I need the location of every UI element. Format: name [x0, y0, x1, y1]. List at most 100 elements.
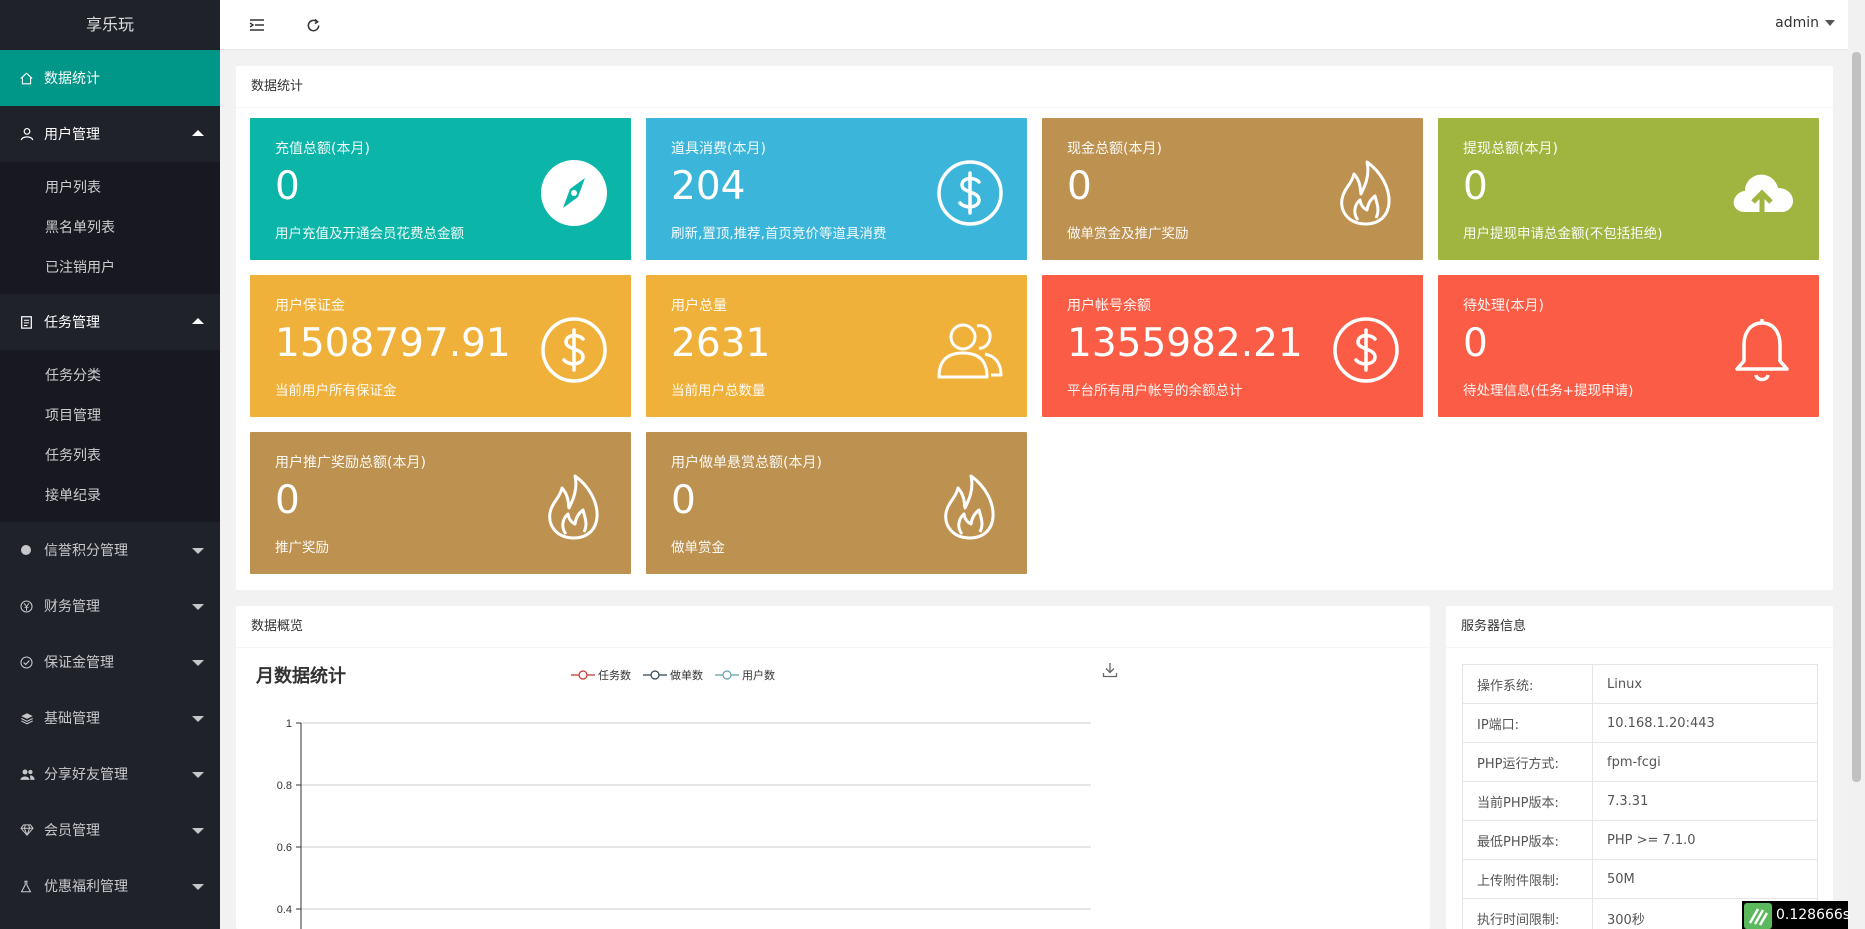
dollar-icon: [935, 158, 1005, 228]
download-icon[interactable]: [1102, 662, 1118, 682]
sidebar-item-label: 信誉积分管理: [44, 543, 128, 559]
stat-description: 当前用户总数量: [671, 383, 766, 399]
server-card: 服务器信息 操作系统: Linux IP端口: 10.168.1.20:443 PHP运…: [1446, 606, 1833, 929]
sidebar-item-label: 分享好友管理: [44, 767, 128, 783]
scrollbar[interactable]: [1848, 0, 1865, 929]
row-key: 当前PHP版本:: [1462, 781, 1593, 821]
sidebar-item-finance[interactable]: 财务管理: [0, 578, 220, 634]
sidebar: 享乐玩 数据统计 用户管理 用户列表 黑名单列表 已注销用户 任务管理 任务分类…: [0, 0, 220, 929]
sidebar-item-credit[interactable]: 信誉积分管理: [0, 522, 220, 578]
table-row: 最低PHP版本: PHP >= 7.1.0: [1462, 820, 1818, 860]
diamond-icon: [20, 824, 44, 836]
scrollbar-thumb[interactable]: [1852, 52, 1861, 782]
row-value: 10.168.1.20:443: [1592, 703, 1818, 743]
flask-icon: [20, 880, 44, 893]
table-row: IP端口: 10.168.1.20:443: [1462, 703, 1818, 743]
stat-title: 现金总额(本月): [1067, 141, 1162, 157]
user-menu[interactable]: admin: [1775, 15, 1835, 31]
stat-description: 平台所有用户帐号的余额总计: [1067, 383, 1243, 399]
stat-tile: 用户做单悬赏总额(本月) 0 做单赏金: [646, 432, 1027, 574]
card-title: 数据统计: [236, 66, 1833, 108]
sidebar-subitem-order-records[interactable]: 接单纪录: [0, 476, 220, 516]
chevron-down-icon: [192, 884, 204, 890]
stat-tile: 充值总额(本月) 0 用户充值及开通会员花费总金额: [250, 118, 631, 260]
sidebar-item-basic[interactable]: 基础管理: [0, 690, 220, 746]
row-key: IP端口:: [1462, 703, 1593, 743]
stat-value: 1508797.91: [275, 321, 511, 366]
row-key: PHP运行方式:: [1462, 742, 1593, 782]
sidebar-item-label: 财务管理: [44, 599, 100, 615]
sidebar-subitem-projects[interactable]: 项目管理: [0, 396, 220, 436]
stats-card: 数据统计 充值总额(本月) 0 用户充值及开通会员花费总金额 道具消费(本月) 204 刷…: [236, 66, 1833, 590]
debug-timer[interactable]: 0.128666s: [1742, 901, 1851, 929]
fire-icon: [935, 472, 1005, 542]
stat-description: 当前用户所有保证金: [275, 383, 397, 399]
check-circle-icon: [20, 655, 44, 669]
chevron-down-icon: [192, 828, 204, 834]
stat-title: 用户总量: [671, 298, 727, 314]
chevron-down-icon: [192, 548, 204, 554]
user-icon: [20, 127, 44, 141]
dollar-icon: [539, 315, 609, 385]
sidebar-item-tasks[interactable]: 任务管理: [0, 294, 220, 350]
sidebar-item-label: 优惠福利管理: [44, 879, 128, 895]
dollar-icon: [1331, 315, 1401, 385]
y-tick-label: 0.6: [277, 842, 292, 854]
clipboard-icon: [20, 315, 44, 329]
layers-icon: [20, 712, 44, 725]
sidebar-item-label: 任务管理: [44, 315, 100, 331]
stat-value: 0: [275, 164, 300, 209]
timer-value: 0.128666s: [1776, 907, 1851, 923]
caret-down-icon: [1825, 20, 1835, 26]
sidebar-subitem-user-list[interactable]: 用户列表: [0, 168, 220, 208]
sidebar-item-members[interactable]: 会员管理: [0, 802, 220, 858]
table-row: PHP运行方式: fpm-fcgi: [1462, 742, 1818, 782]
chevron-down-icon: [192, 772, 204, 778]
stat-value: 0: [275, 478, 300, 523]
sidebar-item-label: 基础管理: [44, 711, 100, 727]
chevron-down-icon: [192, 604, 204, 610]
stat-description: 推广奖励: [275, 540, 329, 556]
sidebar-item-users[interactable]: 用户管理: [0, 106, 220, 162]
stat-description: 用户充值及开通会员花费总金额: [275, 226, 464, 242]
stat-value: 0: [1463, 164, 1488, 209]
stat-title: 用户推广奖励总额(本月): [275, 455, 426, 471]
y-tick-label: 1: [286, 718, 292, 730]
sidebar-item-share[interactable]: 分享好友管理: [0, 746, 220, 802]
table-row: 操作系统: Linux: [1462, 664, 1818, 704]
stat-title: 提现总额(本月): [1463, 141, 1558, 157]
stat-description: 用户提现申请总金额(不包括拒绝): [1463, 226, 1663, 242]
stat-tile: 用户推广奖励总额(本月) 0 推广奖励: [250, 432, 631, 574]
sidebar-subitem-deregistered[interactable]: 已注销用户: [0, 248, 220, 288]
menu-collapse-icon[interactable]: [247, 15, 267, 35]
username: admin: [1775, 15, 1819, 31]
stat-title: 充值总额(本月): [275, 141, 370, 157]
server-info-table: 操作系统: Linux IP端口: 10.168.1.20:443 PHP运行方式: fp…: [1462, 664, 1818, 929]
stat-tile: 待处理(本月) 0 待处理信息(任务+提现申请): [1438, 275, 1819, 417]
sidebar-item-benefits[interactable]: 优惠福利管理: [0, 858, 220, 914]
fire-icon: [539, 472, 609, 542]
stat-tile: 道具消费(本月) 204 刷新,置顶,推荐,首页竞价等道具消费: [646, 118, 1027, 260]
users-icon: [935, 315, 1005, 385]
sidebar-subitem-blacklist[interactable]: 黑名单列表: [0, 208, 220, 248]
sidebar-item-stats[interactable]: 数据统计: [0, 50, 220, 106]
overview-card: 数据概览 月数据统计 任务数 做单数 用户数 1 0.8 0.6 0.4: [236, 606, 1430, 929]
top-header: admin: [220, 0, 1865, 50]
submenu-tasks: 任务分类 项目管理 任务列表 接单纪录: [0, 350, 220, 522]
stat-title: 用户做单悬赏总额(本月): [671, 455, 822, 471]
sidebar-subitem-task-list[interactable]: 任务列表: [0, 436, 220, 476]
circle-icon: [20, 544, 44, 556]
row-key: 操作系统:: [1462, 664, 1593, 704]
yen-icon: [20, 599, 44, 613]
table-row: 当前PHP版本: 7.3.31: [1462, 781, 1818, 821]
stat-value: 0: [671, 478, 696, 523]
refresh-icon[interactable]: [303, 15, 323, 35]
stat-tile: 用户帐号余额 1355982.21 平台所有用户帐号的余额总计: [1042, 275, 1423, 417]
bell-icon: [1727, 315, 1797, 385]
line-chart: 1 0.8 0.6 0.4: [277, 718, 1091, 929]
chevron-up-icon: [192, 130, 204, 136]
sidebar-subitem-task-category[interactable]: 任务分类: [0, 356, 220, 396]
row-value: 7.3.31: [1592, 781, 1818, 821]
sidebar-item-deposit[interactable]: 保证金管理: [0, 634, 220, 690]
chevron-down-icon: [192, 716, 204, 722]
